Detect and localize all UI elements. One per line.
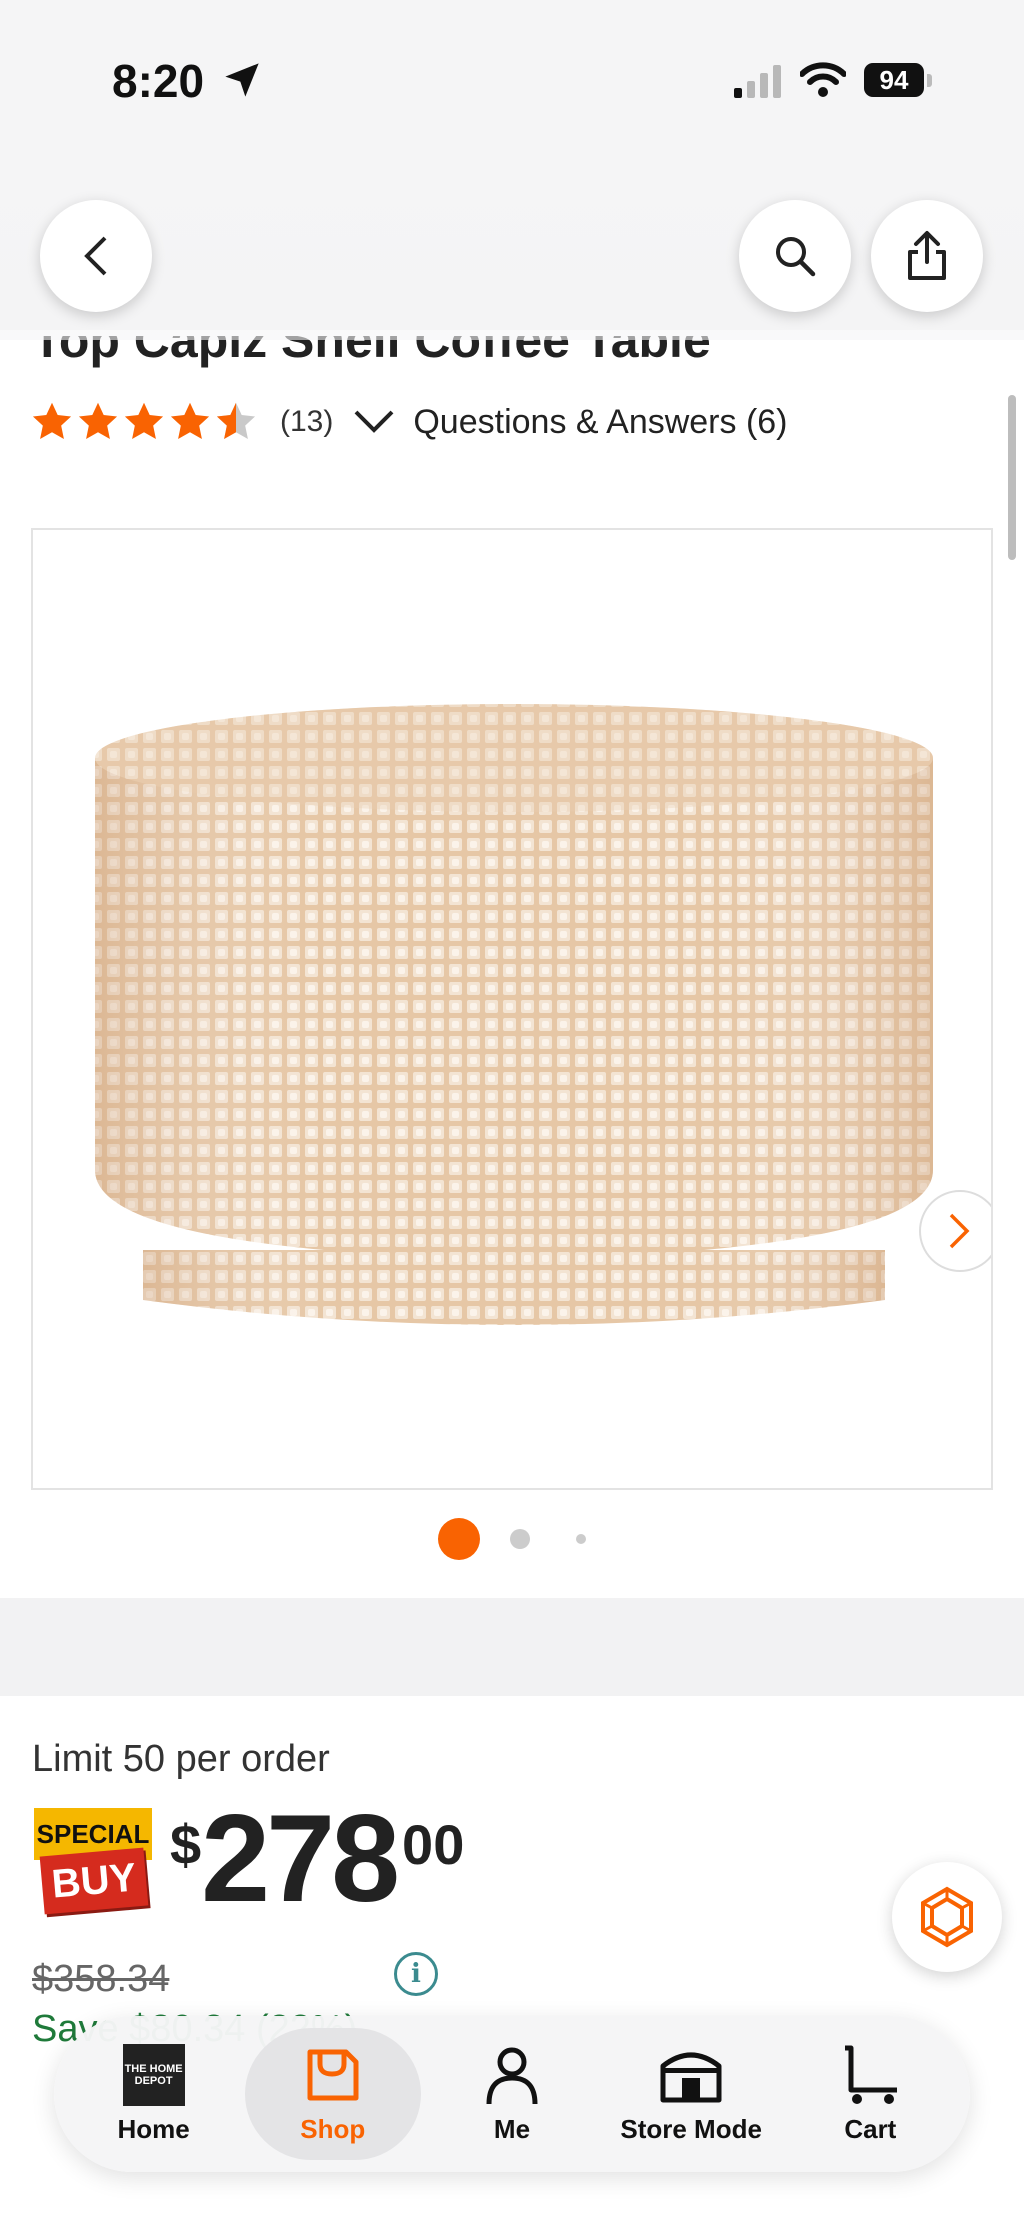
floating-header (0, 170, 1024, 340)
star-full-icon (32, 402, 72, 440)
wifi-icon (800, 62, 846, 97)
rating-count[interactable]: (13) (280, 405, 333, 439)
was-price: $358.34 (32, 1958, 170, 2000)
coffee-table-image (95, 704, 933, 1325)
chevron-right-icon (949, 1213, 970, 1249)
nav-cart-label: Cart (844, 2113, 897, 2144)
nav-home-label: Home (117, 2113, 190, 2144)
star-half-icon (216, 402, 256, 440)
bottom-nav: THE HOME DEPOT Home Shop Me Store Mode C… (54, 2016, 970, 2172)
price-currency: $ (170, 1813, 202, 1876)
battery-tip (927, 74, 932, 87)
share-button[interactable] (871, 200, 983, 312)
nav-me[interactable]: Me (424, 2028, 600, 2160)
status-time: 8:20 (112, 55, 205, 107)
product-top-card: Top Capiz Shell Coffee Table (13) Questi… (0, 330, 1024, 1598)
star-full-icon (124, 402, 164, 440)
nav-store-mode[interactable]: Store Mode (603, 2028, 779, 2160)
price: $ 278 00 (170, 1790, 465, 1928)
cellular-signal-icon (734, 65, 781, 98)
chevron-left-icon (84, 236, 107, 276)
search-button[interactable] (739, 200, 851, 312)
pagination-dot-active[interactable] (438, 1518, 480, 1560)
nav-cart[interactable]: Cart (782, 2028, 958, 2160)
chat-assistant-button[interactable] (892, 1862, 1002, 1972)
cart-icon (845, 2045, 898, 2104)
next-image-button[interactable] (919, 1190, 991, 1272)
chevron-down-icon (354, 410, 394, 433)
share-icon (908, 231, 946, 280)
info-icon[interactable]: i (394, 1952, 438, 1996)
back-button[interactable] (40, 200, 152, 312)
search-icon (776, 237, 816, 277)
star-full-icon (170, 402, 210, 440)
qa-label: Questions & Answers (6) (413, 402, 788, 441)
price-dollars: 278 (201, 1790, 400, 1928)
status-bar: 8:20 94 (0, 0, 1024, 170)
nav-shop[interactable]: Shop (244, 2028, 421, 2160)
badge-buy: BUY (39, 1847, 149, 1915)
rating-row[interactable]: (13) Questions & Answers (6) (30, 400, 788, 444)
nav-shop-label: Shop (300, 2113, 366, 2144)
pagination-dot[interactable] (510, 1529, 530, 1549)
product-image[interactable] (31, 528, 993, 1490)
home-depot-logo-icon: THE HOME DEPOT (122, 2043, 185, 2106)
star-full-icon (78, 402, 118, 440)
store-icon (660, 2052, 722, 2102)
nav-home[interactable]: THE HOME DEPOT Home (66, 2028, 242, 2160)
battery-indicator: 94 (864, 63, 924, 97)
scrollbar[interactable] (1008, 395, 1016, 560)
location-arrow-icon (225, 63, 259, 97)
price-cents: 00 (402, 1813, 465, 1876)
special-buy-badge: SPECIAL BUY (34, 1808, 152, 1916)
person-icon (486, 2047, 538, 2104)
gallery-pagination (0, 1518, 1024, 1560)
nav-store-mode-label: Store Mode (620, 2113, 762, 2144)
questions-answers-link[interactable]: Questions & Answers (6) (353, 402, 788, 442)
product-title: Top Capiz Shell Coffee Table (32, 336, 711, 368)
pagination-dot[interactable] (576, 1534, 586, 1544)
hexagon-chat-icon (921, 1886, 973, 1948)
shop-bag-icon (307, 2049, 359, 2100)
nav-me-label: Me (493, 2113, 531, 2144)
order-limit: Limit 50 per order (32, 1738, 330, 1780)
